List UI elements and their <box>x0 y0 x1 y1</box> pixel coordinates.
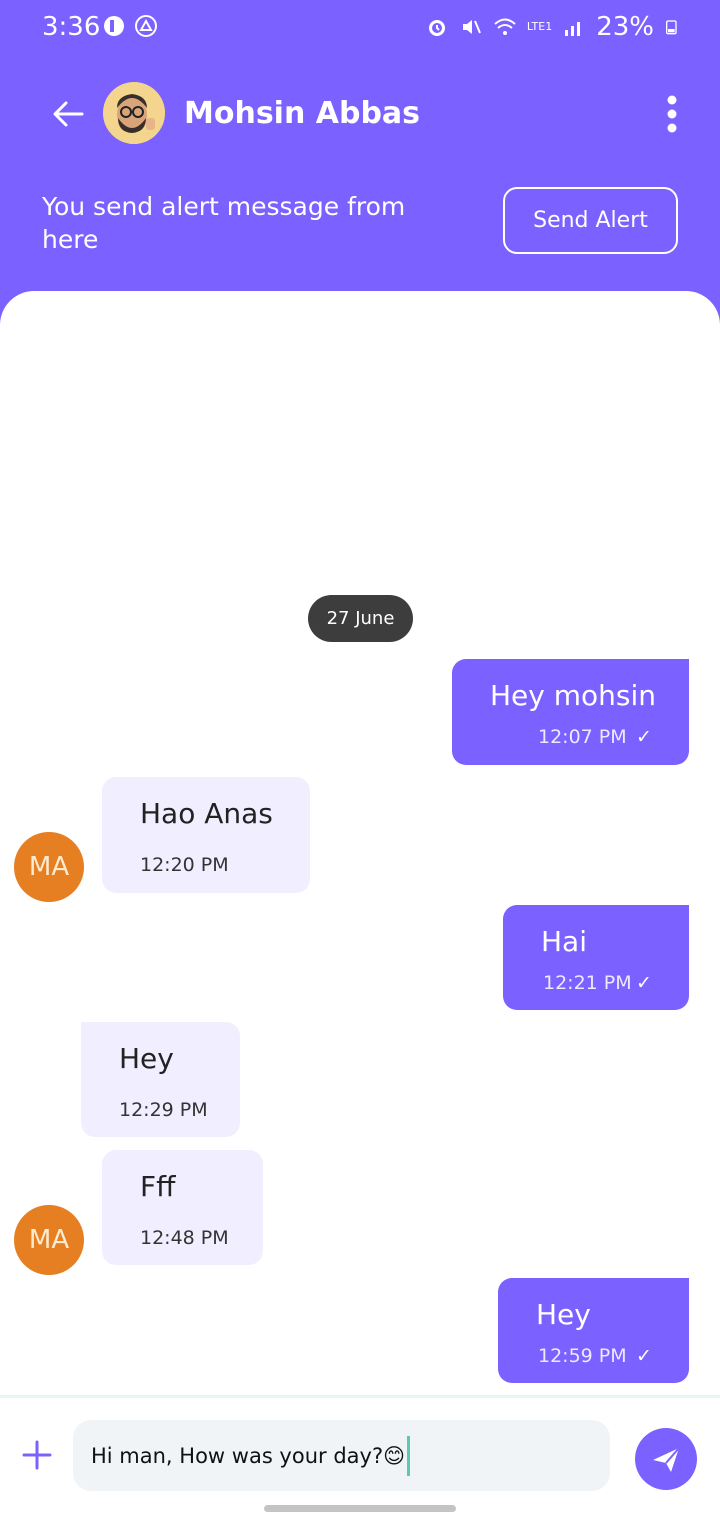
message-time: 12:59 PM <box>538 1345 627 1367</box>
message-time: 12:48 PM <box>140 1227 229 1249</box>
app-notification-icon <box>104 16 124 36</box>
message-bubble-incoming[interactable]: Fff 12:48 PM <box>102 1150 263 1265</box>
text-caret <box>407 1435 410 1476</box>
back-arrow-icon[interactable] <box>50 96 86 132</box>
message-composer: Hi man, How was your day?😊 <box>0 1395 720 1520</box>
message-bubble-incoming[interactable]: Hao Anas 12:20 PM <box>102 777 310 893</box>
home-indicator[interactable] <box>264 1505 456 1512</box>
alert-description: You send alert message from here <box>42 192 406 254</box>
signal-icon <box>565 22 581 36</box>
message-time: 12:21 PM <box>543 972 632 994</box>
chat-header: Mohsin Abbas <box>0 70 720 160</box>
status-time: 3:36 <box>42 12 101 42</box>
sent-check-icon: ✓ <box>636 726 652 748</box>
message-text: Hey <box>536 1298 591 1331</box>
message-input[interactable]: Hi man, How was your day?😊 <box>73 1420 610 1491</box>
date-separator: 27 June <box>308 595 413 642</box>
status-bar: 3:36 LTE1 23% <box>0 0 720 56</box>
memoji-avatar-icon <box>103 82 165 144</box>
contact-name[interactable]: Mohsin Abbas <box>184 96 420 131</box>
send-button[interactable] <box>635 1428 697 1490</box>
message-bubble-outgoing[interactable]: Hey 12:59 PM ✓ <box>498 1278 689 1383</box>
message-input-value: Hi man, How was your day?😊 <box>91 1443 405 1468</box>
message-bubble-outgoing[interactable]: Hai 12:21 PM ✓ <box>503 905 689 1010</box>
message-text: Hao Anas <box>140 797 273 830</box>
network-label: LTE1 <box>526 20 553 33</box>
sender-avatar[interactable]: MA <box>14 1205 84 1275</box>
status-left-icons <box>102 14 158 38</box>
drive-icon <box>135 15 157 37</box>
send-icon <box>653 1447 680 1472</box>
message-bubble-incoming[interactable]: Hey 12:29 PM <box>81 1022 240 1137</box>
contact-avatar[interactable] <box>103 82 165 144</box>
alarm-icon <box>428 20 445 36</box>
more-options-icon[interactable] <box>662 94 682 134</box>
send-alert-button[interactable]: Send Alert <box>503 187 678 254</box>
sent-check-icon: ✓ <box>636 1345 652 1367</box>
message-text: Hai <box>541 925 587 958</box>
message-time: 12:20 PM <box>140 854 229 876</box>
message-text: Hey mohsin <box>490 679 657 712</box>
message-text: Fff <box>140 1170 176 1203</box>
mute-icon <box>462 20 481 34</box>
message-bubble-outgoing[interactable]: Hey mohsin 12:07 PM ✓ <box>452 659 689 765</box>
message-time: 12:07 PM <box>538 726 627 748</box>
sender-avatar[interactable]: MA <box>14 832 84 902</box>
add-attachment-icon[interactable] <box>20 1438 54 1472</box>
battery-percent: 23% <box>596 12 654 42</box>
message-text: Hey <box>119 1042 174 1075</box>
wifi-icon <box>494 18 516 35</box>
message-time: 12:29 PM <box>119 1099 208 1121</box>
battery-icon <box>666 20 677 35</box>
status-right: LTE1 23% <box>425 12 680 42</box>
sent-check-icon: ✓ <box>636 972 652 994</box>
